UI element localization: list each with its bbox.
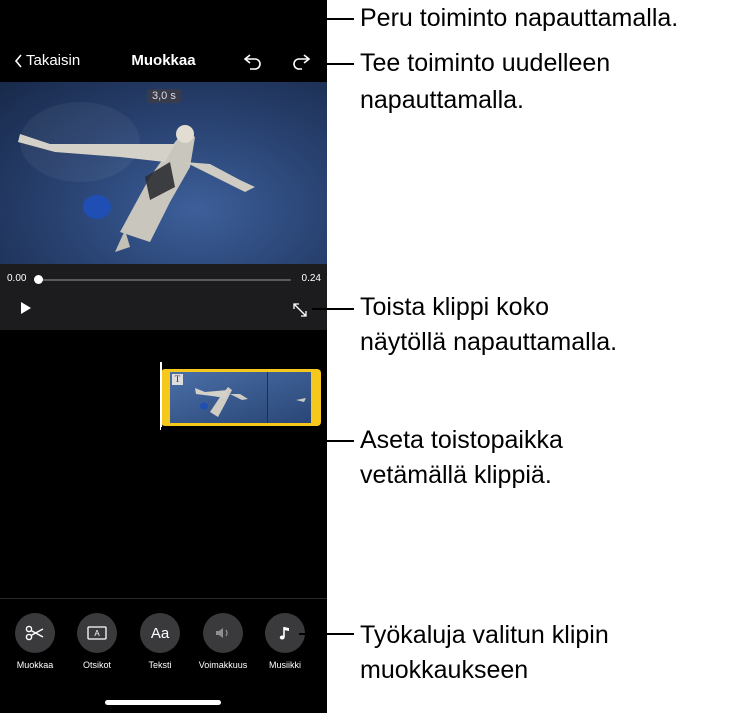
titles-icon: A	[77, 613, 117, 653]
clip-frames: T	[170, 372, 311, 423]
svg-text:A: A	[94, 629, 100, 638]
redo-icon[interactable]	[290, 51, 312, 73]
callout-tools-line1: Työkaluja valitun klipin	[360, 621, 609, 649]
home-indicator	[105, 700, 221, 705]
callout-redo-line1: Tee toiminto uudelleen	[360, 49, 611, 77]
phone-screen: Takaisin Muokkaa 3,0 s 0.00 0.24 T Muokk…	[0, 0, 327, 713]
current-time: 0.00	[7, 273, 27, 284]
tool-label: Otsikot	[82, 660, 111, 670]
callout-line-redo	[316, 63, 354, 65]
callout-undo: Peru toiminto napauttamalla.	[360, 4, 679, 32]
callout-fullscreen-line2: näytöllä napauttamalla.	[360, 328, 618, 356]
page-title: Muokkaa	[131, 52, 196, 69]
edit-toolbar: Muokkaa A Otsikot Aa Teksti Voimakkuus M…	[0, 598, 327, 713]
tool-label: Teksti	[148, 660, 172, 670]
callout-line-undo	[266, 18, 354, 20]
fullscreen-icon[interactable]	[292, 302, 308, 318]
callout-line-undo	[265, 18, 267, 48]
text-icon-glyph: Aa	[150, 624, 170, 642]
clip-thumbnail	[296, 398, 306, 402]
total-time: 0.24	[301, 273, 321, 284]
clip-frame: T	[170, 372, 267, 423]
callout-playhead-line1: Aseta toistopaikka	[360, 426, 563, 454]
text-icon: Aa	[140, 613, 180, 653]
callout-fullscreen-line1: Toista klippi koko	[360, 293, 549, 321]
callout-line-fullscreen	[312, 308, 354, 310]
playback-controls: 0.00 0.24	[0, 264, 327, 330]
clip-thumbnail	[195, 387, 248, 417]
tool-text[interactable]: Aa Teksti	[130, 613, 190, 670]
tool-volume[interactable]: Voimakkuus	[193, 613, 253, 670]
tool-label: Musiikki	[268, 660, 301, 670]
tool-music[interactable]: Musiikki	[255, 613, 315, 670]
skydiver-image	[18, 102, 255, 252]
navigation-bar: Takaisin Muokkaa	[0, 0, 327, 82]
play-icon[interactable]	[20, 301, 32, 315]
callout-playhead-line2: vetämällä klippiä.	[360, 461, 552, 489]
speaker-icon	[203, 613, 243, 653]
callout-tools-line2: muokkaukseen	[360, 656, 529, 684]
tool-label: Voimakkuus	[198, 660, 248, 670]
callout-line-tools	[299, 633, 354, 635]
playhead[interactable]	[160, 362, 162, 430]
callout-line-playhead	[162, 440, 354, 442]
video-preview[interactable]: 3,0 s	[0, 82, 327, 264]
callout-line-playhead	[161, 427, 163, 441]
undo-icon[interactable]	[242, 51, 264, 73]
tool-titles[interactable]: A Otsikot	[67, 613, 127, 670]
timeline-clip[interactable]: T	[161, 369, 321, 426]
tool-trim[interactable]: Muokkaa	[5, 613, 65, 670]
scissors-icon	[15, 613, 55, 653]
tool-label: Muokkaa	[16, 660, 54, 670]
clip-frame	[267, 372, 311, 423]
scrubber-knob[interactable]	[34, 275, 43, 284]
callout-redo-line2: napauttamalla.	[360, 86, 525, 114]
scrubber-track[interactable]	[38, 279, 291, 281]
